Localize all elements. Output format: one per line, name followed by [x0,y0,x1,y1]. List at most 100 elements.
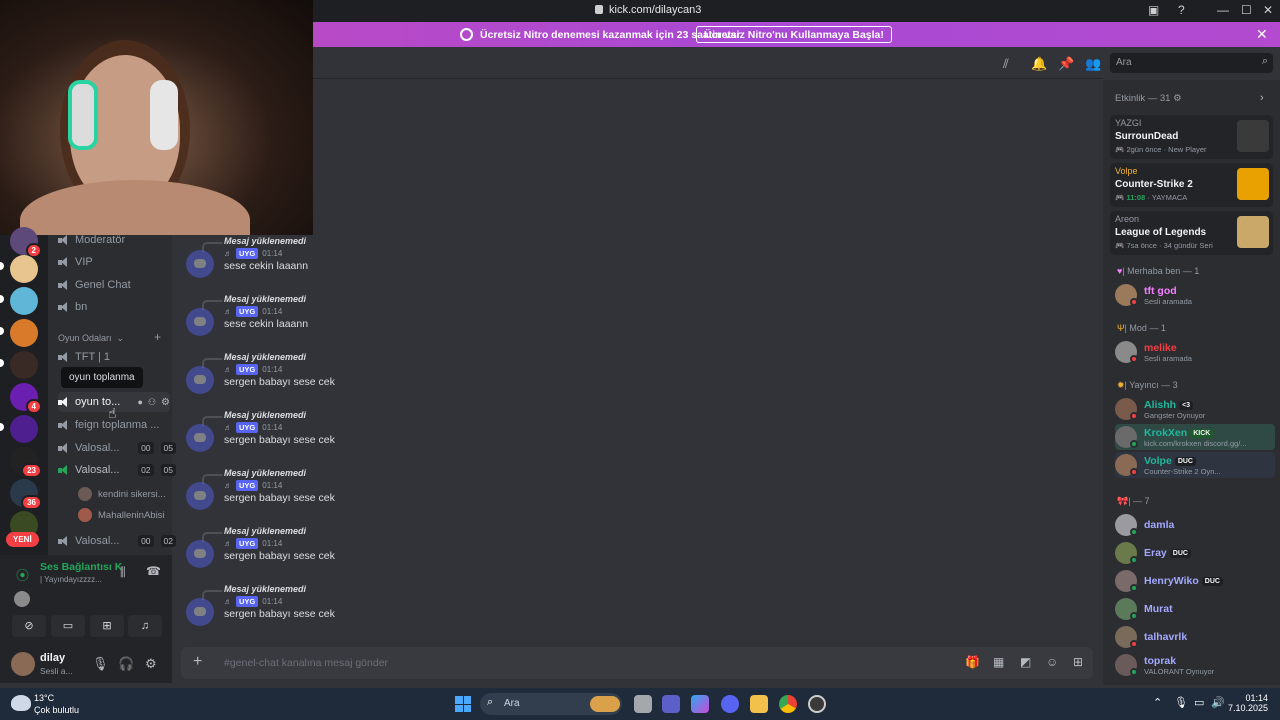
server-icon[interactable] [10,415,38,443]
url-bar[interactable]: kick.com/dilaycan3 [595,4,701,16]
server-icon[interactable]: 23 [10,447,42,478]
discord-icon[interactable] [721,695,739,713]
member-item[interactable]: KrokXen KICK kick.com/krokxen discord.gg/.… [1115,424,1275,450]
disconnect-icon[interactable]: ☎ [146,564,161,578]
weather-desc[interactable]: Çok bulutlu [34,705,79,715]
soundboard-icon[interactable]: ♫ [128,615,162,637]
discord-avatar-icon[interactable] [186,540,214,568]
reply-preview[interactable]: Mesaj yüklenemedi [201,352,306,368]
member-item[interactable]: tft god Sesli aramada [1115,282,1275,308]
weather-temp[interactable]: 13°C [34,693,54,703]
close-window-button[interactable]: ✕ [1263,3,1273,17]
chrome-icon[interactable] [779,695,797,713]
taskbar-search[interactable]: ⌕ Ara [480,693,622,715]
message[interactable]: Mesaj yüklenemedi ♬ UYG 01:14 sergen babayı … [186,468,686,526]
server-icon[interactable] [10,287,38,315]
member-item[interactable]: HenryWiko DUC [1115,568,1275,594]
member-item[interactable]: damla [1115,512,1275,538]
discord-avatar-icon[interactable] [186,250,214,278]
member-item[interactable]: Murat [1115,596,1275,622]
weather-icon[interactable] [11,695,31,711]
voice-channel[interactable]: bn [58,297,176,317]
message[interactable]: Mesaj yüklenemedi ♬ UYG 01:14 sergen babayı … [186,352,686,410]
headphones-icon[interactable]: 🎧 [118,656,134,672]
composer-placeholder[interactable]: #genel-chat kanalına mesaj gönder [224,657,388,669]
noise-suppression-icon[interactable]: ⫼ [120,565,126,580]
discord-avatar-icon[interactable] [186,424,214,452]
display-icon[interactable]: ▭ [1194,696,1204,709]
member-item[interactable]: toprak VALORANT Oynuyor [1115,652,1275,678]
server-icon[interactable]: 2 [10,227,42,258]
discord-avatar-icon[interactable] [186,366,214,394]
member-item[interactable]: Eray DUC [1115,540,1275,566]
activity-card[interactable]: Volpe Counter-Strike 2 🎮 11:08 · YAYMACA [1110,163,1273,207]
emoji-icon[interactable]: ☺ [1046,655,1058,669]
activity-header[interactable]: Etkinlik — 31 ⚙ [1115,93,1182,104]
voice-channel[interactable]: Valosal... 02 05 [58,460,176,480]
server-icon[interactable] [10,351,38,379]
avatar[interactable] [14,591,30,607]
message[interactable]: Mesaj yüklenemedi ♬ UYG 01:14 sergen babayı … [186,526,686,584]
chevron-up-icon[interactable]: ⌃ [1153,696,1162,709]
windows-start-icon[interactable] [455,696,471,712]
apps-icon[interactable]: ⊞ [1073,655,1083,669]
reply-preview[interactable]: Mesaj yüklenemedi [201,584,306,600]
chat-icon[interactable]: ● [138,397,143,407]
minimize-button[interactable]: — [1217,3,1229,17]
message-composer[interactable]: + #genel-chat kanalına mesaj gönder 🎁 ▦ … [181,647,1093,679]
discord-avatar-icon[interactable] [186,308,214,336]
server-icon[interactable]: 4 [10,383,42,414]
server-icon[interactable] [10,255,38,283]
signal-icon[interactable]: ⦿ [16,565,29,584]
gif-icon[interactable]: ▦ [993,655,1004,669]
voice-user[interactable]: MahalleninAbisi [78,508,165,522]
help-icon[interactable]: ? [1178,3,1185,17]
add-attachment-icon[interactable]: + [193,653,202,671]
reply-preview[interactable]: Mesaj yüklenemedi [201,526,306,542]
reply-preview[interactable]: Mesaj yüklenemedi [201,410,306,426]
member-list-icon[interactable]: 👥 [1085,56,1101,72]
member-item[interactable]: talhavrlk [1115,624,1275,650]
bell-icon[interactable]: 🔔 [1031,56,1047,72]
message[interactable]: Mesaj yüklenemedi ♬ UYG 01:14 sese cekin laa… [186,236,686,294]
chevron-right-icon[interactable]: › [1260,92,1264,104]
server-icon[interactable] [10,319,38,347]
discord-avatar-icon[interactable] [186,482,214,510]
reply-preview[interactable]: Mesaj yüklenemedi [201,294,306,310]
voice-status[interactable]: Ses Bağlantısı K [40,561,122,573]
voice-channel[interactable]: Valosal... 00 05 [58,438,176,458]
nitro-button[interactable]: Ücretsiz Nitro'nu Kullanmaya Başla! [696,26,892,43]
voice-channel[interactable]: Genel Chat [58,275,176,295]
server-icon[interactable]: 36 [10,479,42,510]
maximize-button[interactable]: ☐ [1241,3,1252,17]
message[interactable]: Mesaj yüklenemedi ♬ UYG 01:14 sergen babayı … [186,410,686,468]
settings-icon[interactable]: ⚙ [145,656,157,672]
sticker-icon[interactable]: ◩ [1020,655,1031,669]
add-channel-icon[interactable]: + [154,330,161,344]
avatar[interactable] [11,652,35,676]
discord-avatar-icon[interactable] [186,598,214,626]
member-item[interactable]: Volpe DUC Counter-Strike 2 Oyn... [1115,452,1275,478]
app-icon[interactable] [808,695,826,713]
message[interactable]: Mesaj yüklenemedi ♬ UYG 01:14 sergen babayı … [186,584,686,642]
teams-icon[interactable] [662,695,680,713]
gift-icon[interactable]: 🎁 [965,655,980,669]
threads-icon[interactable]: ⫽ [1003,56,1009,72]
clock[interactable]: 01:14 7.10.2025 [1222,693,1268,713]
voice-channel-name[interactable]: | Yayındayızzzz... [40,575,102,584]
voice-channel[interactable]: TFT | 1 [58,347,176,367]
reply-preview[interactable]: Mesaj yüklenemedi [201,236,306,252]
new-badge[interactable]: YENİ [6,532,39,547]
activities-icon[interactable]: ⊞ [90,615,124,637]
voice-channel[interactable]: VIP [58,252,176,272]
file-explorer-icon[interactable] [750,695,768,713]
copilot-icon[interactable] [691,695,709,713]
voice-channel[interactable]: feign toplanma ... [58,415,176,435]
message[interactable]: Mesaj yüklenemedi ♬ UYG 01:14 sese cekin laa… [186,294,686,352]
member-item[interactable]: Alishh <3 Gangster Oynuyor [1115,396,1275,422]
camera-off-icon[interactable]: ⊘ [12,615,46,637]
search-input[interactable]: Ara ⌕ [1110,53,1273,73]
pin-icon[interactable]: 📌 [1058,56,1074,72]
activity-card[interactable]: YAZGI SurrounDead 🎮 2gün önce · New Player [1110,115,1273,159]
voice-channel[interactable]: Valosal... 00 02 [58,531,176,551]
